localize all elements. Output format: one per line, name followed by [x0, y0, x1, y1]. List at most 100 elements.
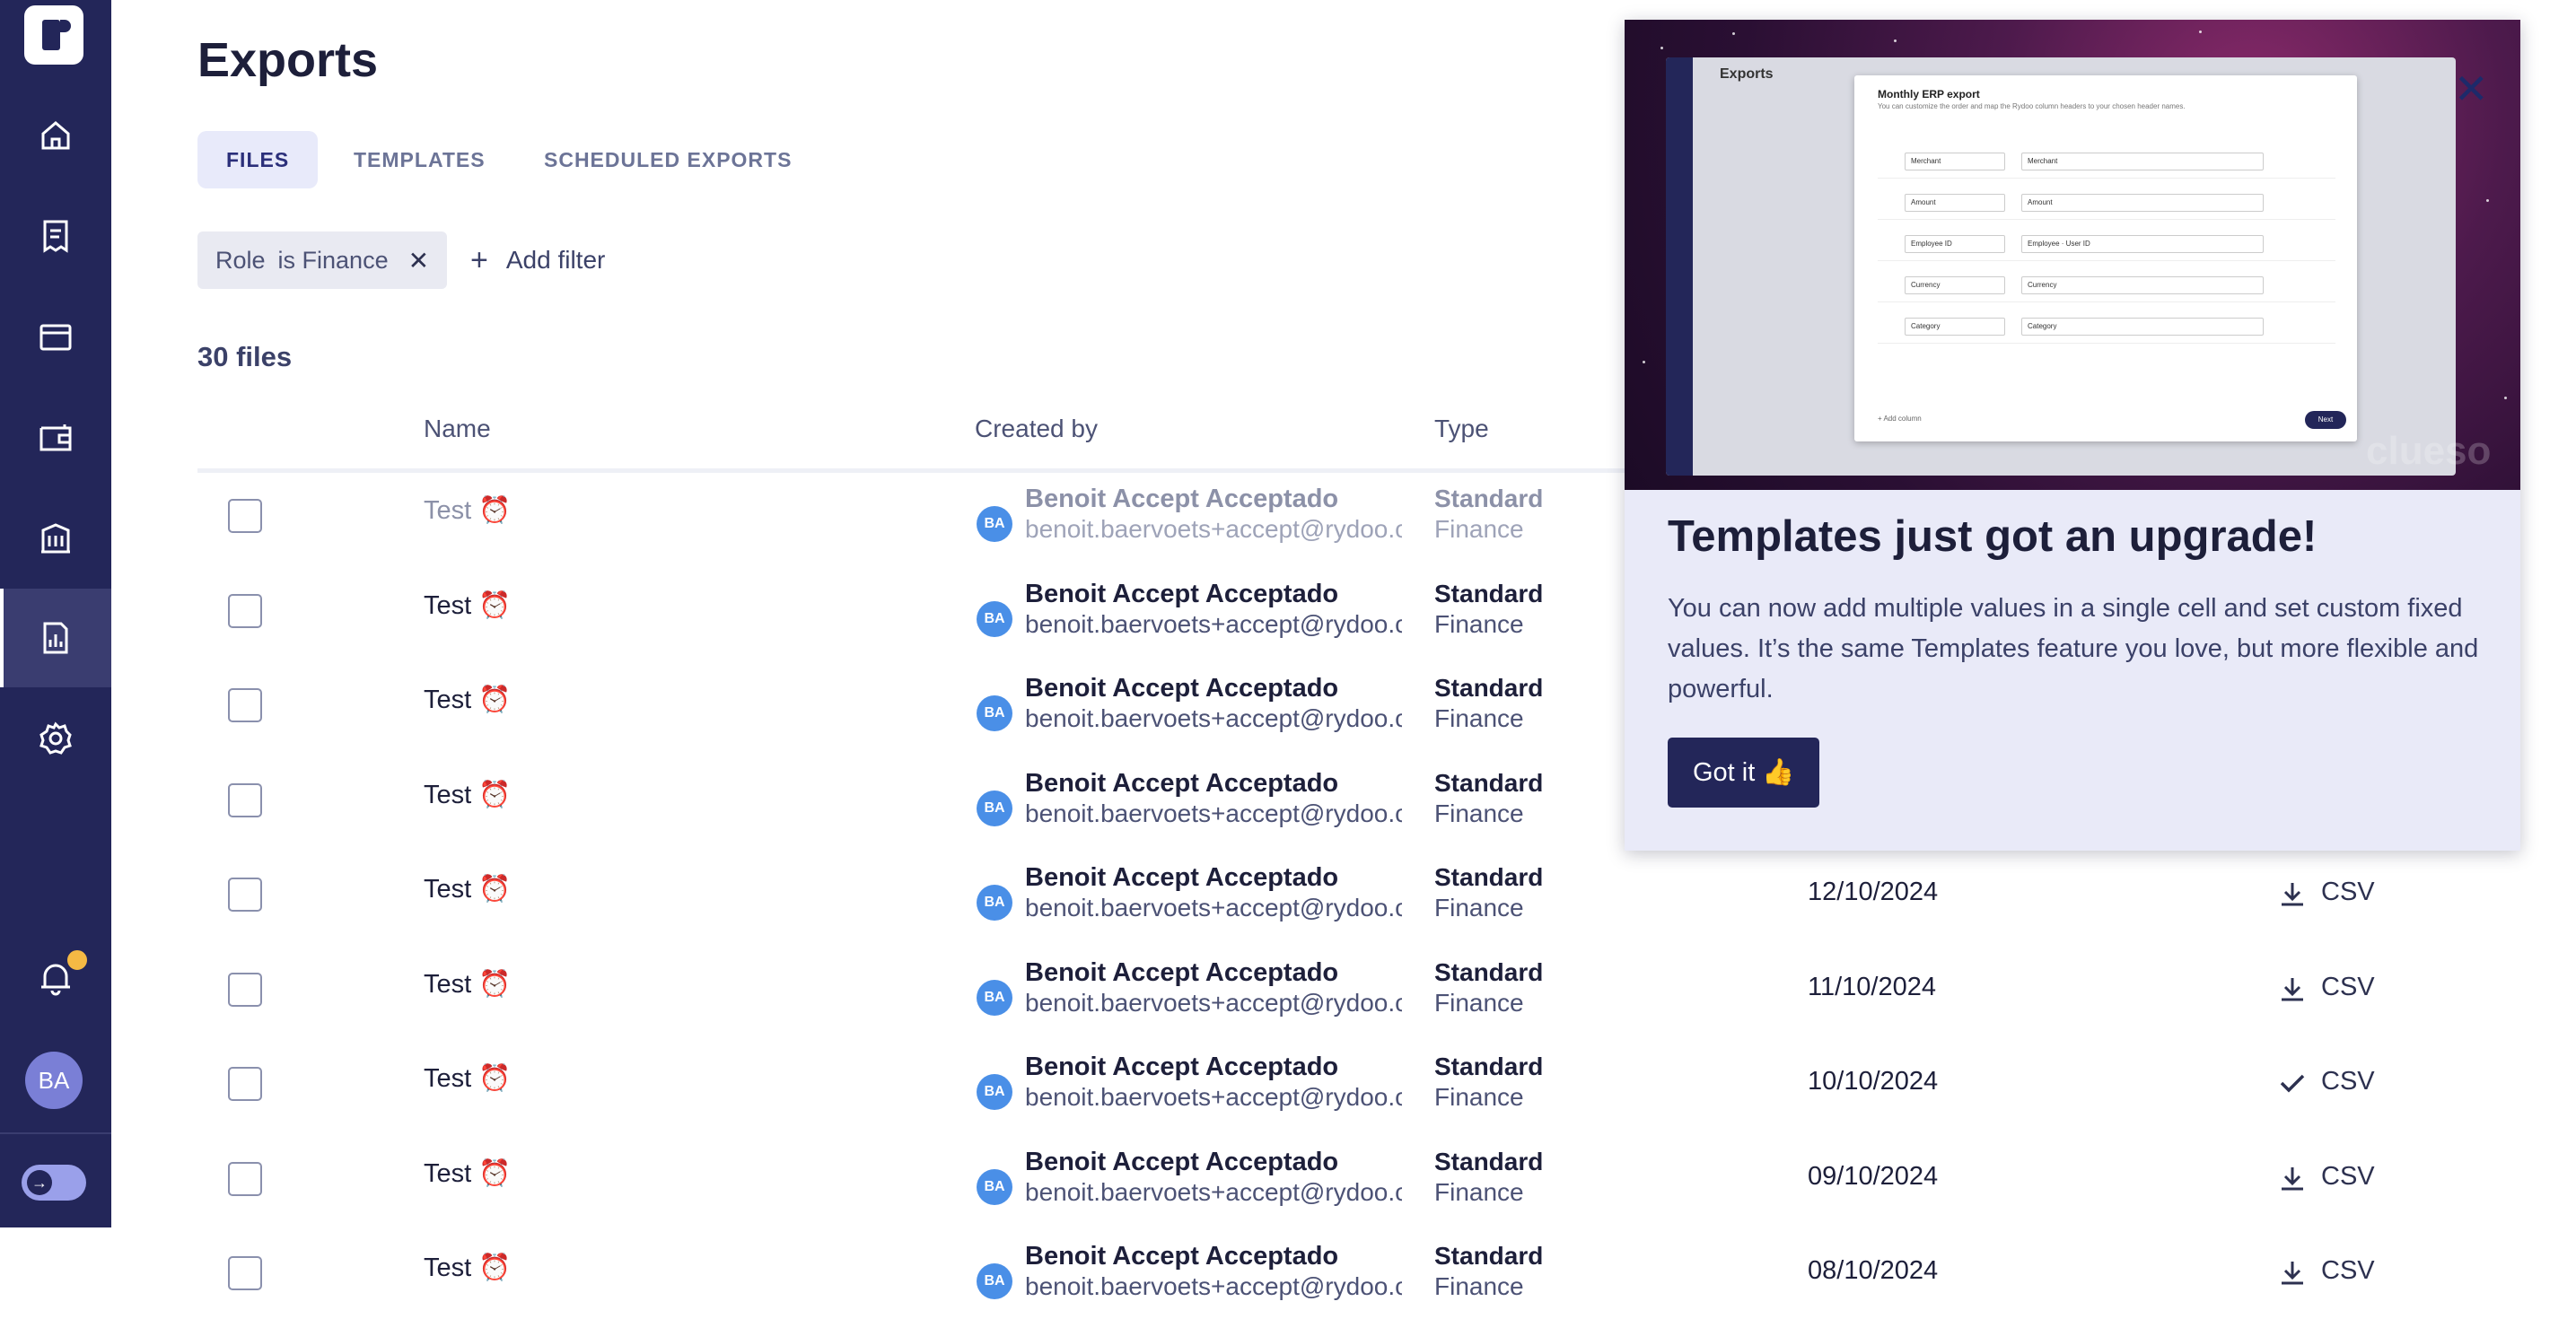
- file-name[interactable]: Test ⏰: [424, 969, 511, 1000]
- export-type: Standard: [1434, 579, 1544, 607]
- check-icon: [2280, 1074, 2305, 1093]
- download-icon[interactable]: [2276, 878, 2309, 910]
- export-date: 10/10/2024: [1808, 1067, 1939, 1096]
- creator-name: Benoit Accept Acceptado: [1025, 579, 1339, 608]
- tab-scheduled-exports[interactable]: SCHEDULED EXPORTS: [515, 131, 820, 188]
- tab-files[interactable]: FILES: [197, 131, 319, 188]
- sidebar-toggle[interactable]: →: [22, 1165, 86, 1201]
- download-icon[interactable]: [2276, 1256, 2309, 1288]
- creator-avatar: BA: [977, 695, 1012, 731]
- creator-email: benoit.baervoets+accept@rydoo.com: [1025, 799, 1402, 827]
- row-checkbox[interactable]: [228, 878, 262, 912]
- column-header-created-by[interactable]: Created by: [975, 415, 1098, 443]
- table-row[interactable]: Test ⏰ BA Benoit Accept Acceptado benoit.ba…: [197, 949, 2576, 1035]
- row-checkbox[interactable]: [228, 1067, 262, 1101]
- export-date: 09/10/2024: [1808, 1161, 1939, 1191]
- remove-filter-icon[interactable]: ✕: [408, 246, 429, 275]
- row-checkbox[interactable]: [228, 1161, 262, 1196]
- got-it-button[interactable]: Got it 👍: [1668, 738, 1820, 808]
- creator-name: Benoit Accept Acceptado: [1025, 957, 1339, 987]
- creator-avatar: BA: [977, 979, 1012, 1016]
- export-date: 11/10/2024: [1808, 972, 1936, 1001]
- settings-nav-icon[interactable]: [0, 689, 111, 788]
- table-row[interactable]: Test ⏰ BA Benoit Accept Acceptado benoit.ba…: [197, 1044, 2576, 1130]
- table-row[interactable]: Test ⏰ BA Benoit Accept Acceptado benoit.ba…: [197, 1139, 2576, 1225]
- export-subtype: Finance: [1434, 799, 1524, 827]
- row-checkbox[interactable]: [228, 1256, 262, 1290]
- wallet-nav-icon[interactable]: [0, 388, 111, 486]
- file-name[interactable]: Test ⏰: [424, 1158, 511, 1189]
- row-checkbox[interactable]: [228, 782, 262, 817]
- expenses-nav-icon[interactable]: [0, 187, 111, 285]
- creator-email: benoit.baervoets+accept@rydoo.com: [1025, 1177, 1402, 1206]
- file-name[interactable]: Test ⏰: [424, 590, 511, 621]
- notification-dot: [65, 948, 90, 973]
- table-row[interactable]: Test ⏰ BA Benoit Accept Acceptado benoit.ba…: [197, 854, 2576, 940]
- rydoo-logo[interactable]: [24, 5, 83, 65]
- user-avatar[interactable]: BA: [25, 1052, 83, 1109]
- announcement-popup: Exports Monthly ERP export You can custo…: [1625, 20, 2520, 851]
- close-icon[interactable]: ✕: [2454, 65, 2489, 113]
- page-title: Exports: [197, 33, 379, 87]
- creator-name: Benoit Accept Acceptado: [1025, 863, 1339, 892]
- sidebar: BA →: [0, 0, 111, 1227]
- creator-name: Benoit Accept Acceptado: [1025, 768, 1339, 798]
- popup-title: Templates just got an upgrade!: [1668, 512, 2318, 561]
- export-type: Standard: [1434, 485, 1544, 512]
- row-checkbox[interactable]: [228, 593, 262, 628]
- export-format[interactable]: CSV: [2321, 878, 2375, 907]
- add-filter-button[interactable]: + Add filter: [470, 231, 605, 289]
- export-type: Standard: [1434, 957, 1544, 986]
- download-icon[interactable]: [2276, 973, 2309, 1005]
- popup-body: You can now add multiple values in a sin…: [1668, 594, 2479, 703]
- sidebar-divider: [0, 1132, 111, 1134]
- export-type: Standard: [1434, 863, 1544, 891]
- arrow-right-icon: →: [27, 1170, 52, 1195]
- row-checkbox[interactable]: [228, 499, 262, 533]
- column-header-name[interactable]: Name: [424, 415, 491, 443]
- export-format[interactable]: CSV: [2321, 1067, 2375, 1096]
- export-format[interactable]: CSV: [2321, 1162, 2375, 1192]
- file-name[interactable]: Test ⏰: [424, 780, 511, 810]
- file-name[interactable]: Test ⏰: [424, 1063, 511, 1094]
- reports-nav-icon[interactable]: [0, 589, 111, 687]
- home-nav-icon[interactable]: [0, 86, 111, 185]
- cards-nav-icon[interactable]: [0, 287, 111, 386]
- file-name[interactable]: Test ⏰: [424, 874, 511, 904]
- file-name[interactable]: Test ⏰: [424, 685, 511, 715]
- building-nav-icon[interactable]: [0, 488, 111, 587]
- export-format[interactable]: CSV: [2321, 1256, 2375, 1286]
- download-icon[interactable]: [2276, 1162, 2309, 1194]
- file-name[interactable]: Test ⏰: [424, 1253, 511, 1283]
- export-subtype: Finance: [1434, 1083, 1524, 1111]
- export-format[interactable]: CSV: [2321, 973, 2375, 1002]
- creator-avatar: BA: [977, 600, 1012, 637]
- export-date: 08/10/2024: [1808, 1256, 1939, 1285]
- column-header-type[interactable]: Type: [1434, 415, 1489, 443]
- notifications-bell-icon[interactable]: [0, 933, 111, 1023]
- creator-email: benoit.baervoets+accept@rydoo.com: [1025, 704, 1402, 732]
- creator-name: Benoit Accept Acceptado: [1025, 1147, 1339, 1176]
- file-count: 30 files: [197, 341, 293, 372]
- table-row[interactable]: Test ⏰ BA Benoit Accept Acceptado benoit.ba…: [197, 1233, 2576, 1319]
- clueso-watermark: clueso: [2366, 429, 2492, 473]
- creator-avatar: BA: [977, 1263, 1012, 1299]
- export-type: Standard: [1434, 674, 1544, 702]
- export-subtype: Finance: [1434, 988, 1524, 1017]
- row-checkbox[interactable]: [228, 972, 262, 1007]
- creator-name: Benoit Accept Acceptado: [1025, 1053, 1339, 1081]
- creator-email: benoit.baervoets+accept@rydoo.com: [1025, 515, 1402, 543]
- export-type: Standard: [1434, 768, 1544, 797]
- export-type: Standard: [1434, 1242, 1544, 1270]
- creator-email: benoit.baervoets+accept@rydoo.com: [1025, 894, 1402, 922]
- tab-templates[interactable]: TEMPLATES: [325, 131, 514, 188]
- export-subtype: Finance: [1434, 1177, 1524, 1206]
- filter-chip[interactable]: Role is Finance ✕: [197, 231, 448, 289]
- creator-name: Benoit Accept Acceptado: [1025, 1242, 1339, 1271]
- row-checkbox[interactable]: [228, 688, 262, 722]
- file-name[interactable]: Test ⏰: [424, 495, 511, 526]
- creator-name: Benoit Accept Acceptado: [1025, 674, 1339, 703]
- creator-avatar: BA: [977, 506, 1012, 542]
- add-filter-label: Add filter: [505, 246, 606, 274]
- creator-name: Benoit Accept Acceptado: [1025, 485, 1339, 513]
